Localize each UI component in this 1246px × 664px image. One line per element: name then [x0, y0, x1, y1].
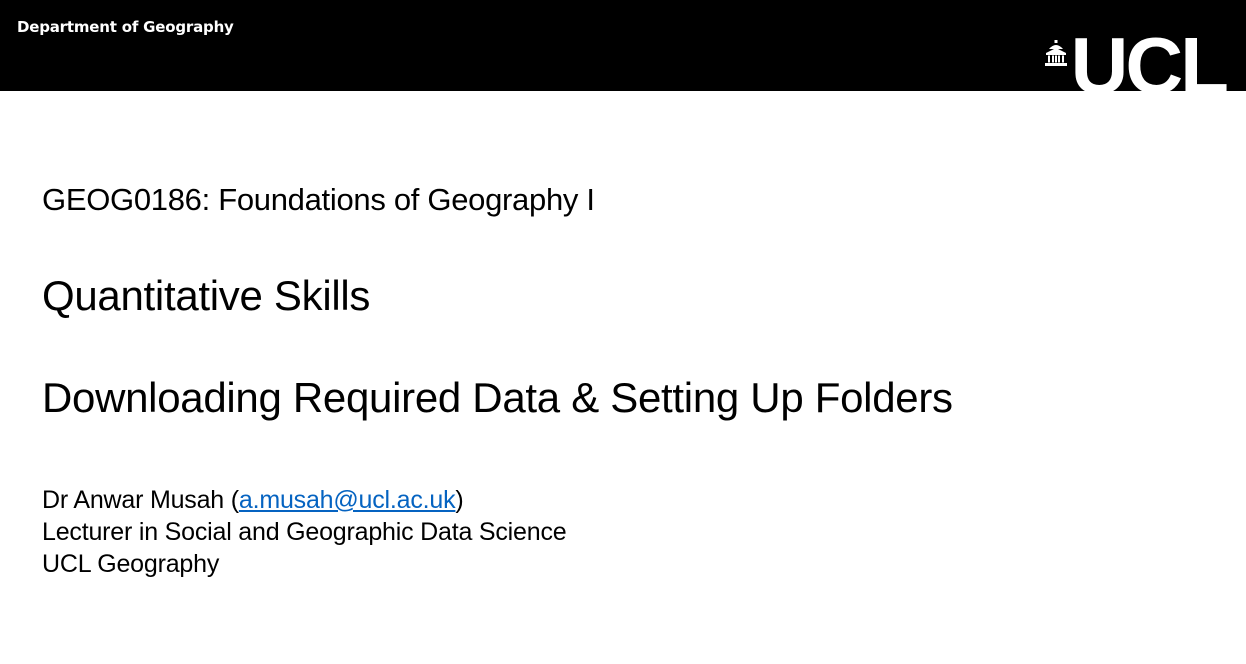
course-title: GEOG0186: Foundations of Geography I	[42, 182, 595, 217]
department-label: Department of Geography	[17, 18, 234, 36]
author-role: Lecturer in Social and Geographic Data S…	[42, 518, 567, 546]
author-email-link[interactable]: a.musah@ucl.ac.uk	[239, 486, 456, 514]
author-name: Dr Anwar Musah (	[42, 486, 239, 514]
title-slide: Department of Geography UCL GEOG0186: Fo…	[0, 0, 1246, 664]
author-affiliation: UCL Geography	[42, 550, 220, 578]
author-name-line: Dr Anwar Musah (a.musah@ucl.ac.uk)	[42, 484, 566, 516]
author-block: Dr Anwar Musah (a.musah@ucl.ac.uk) Lectu…	[42, 484, 567, 580]
portico-icon	[1044, 40, 1067, 66]
subject-title: Quantitative Skills	[42, 272, 371, 319]
author-name-close: )	[455, 486, 464, 514]
header-banner: Department of Geography UCL	[0, 0, 1246, 91]
ucl-logo: UCL	[1044, 21, 1229, 92]
topic-title: Downloading Required Data & Setting Up F…	[42, 374, 953, 421]
ucl-logo-text: UCL	[1070, 21, 1229, 92]
